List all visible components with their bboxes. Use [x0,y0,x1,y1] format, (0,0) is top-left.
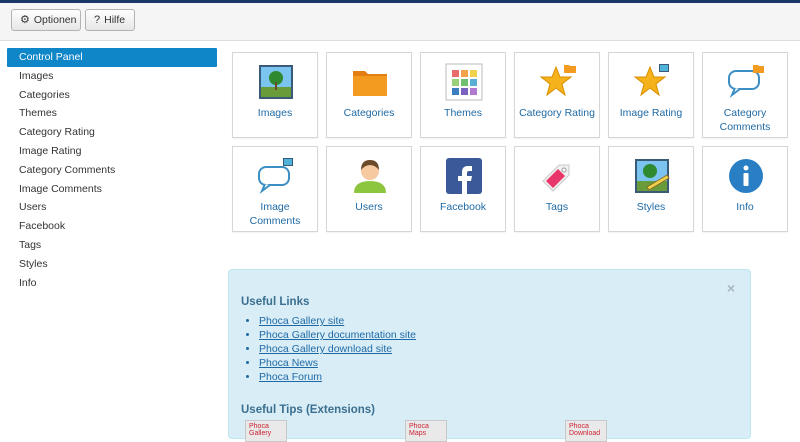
tile-users[interactable]: Users [326,146,412,232]
help-label: Hilfe [104,14,126,26]
link-phoca-gallery-docs[interactable]: Phoca Gallery documentation site [259,328,416,342]
user-icon [354,160,386,193]
help-button[interactable]: ? Hilfe [85,9,135,31]
tile-themes[interactable]: Themes [420,52,506,138]
link-phoca-news[interactable]: Phoca News [259,356,416,370]
info-icon [729,159,763,193]
tile-info[interactable]: Info [702,146,788,232]
useful-info-panel: × Useful Links Phoca Gallery site Phoca … [228,269,751,442]
link-phoca-gallery-download[interactable]: Phoca Gallery download site [259,342,416,356]
sidebar-item-categories[interactable]: Categories [7,86,217,105]
sidebar-item-info[interactable]: Info [7,274,217,293]
sidebar-item-category-rating[interactable]: Category Rating [7,123,217,142]
comment-image-icon [258,158,293,195]
gear-icon: ⚙ [20,13,30,26]
sidebar-menu: Control Panel Images Categories Themes C… [7,48,217,292]
sidebar-item-facebook[interactable]: Facebook [7,217,217,236]
tile-label: Users [355,201,383,213]
useful-links-list: Phoca Gallery site Phoca Gallery documen… [259,314,416,384]
sidebar-item-image-rating[interactable]: Image Rating [7,142,217,161]
tile-label: Image Comments [249,201,301,227]
question-icon: ? [94,13,101,26]
tile-facebook[interactable]: Facebook [420,146,506,232]
tile-label: Styles [636,201,666,213]
tile-label: Info [736,201,754,213]
book-thumbnail[interactable]: Phoca Gallery [245,420,287,442]
tile-image-rating[interactable]: Image Rating [608,52,694,138]
tile-categories[interactable]: Categories [326,52,412,138]
tile-label: Category Rating [519,107,595,119]
options-button[interactable]: ⚙ Optionen [11,9,81,31]
extension-thumbnails: Phoca Gallery Phoca Maps Phoca Download [243,420,743,442]
sidebar-item-category-comments[interactable]: Category Comments [7,161,217,180]
useful-tips-heading: Useful Tips (Extensions) [241,404,375,416]
close-icon[interactable]: × [727,280,735,296]
tile-label: Themes [444,107,482,119]
image-icon [259,65,293,99]
sidebar-item-images[interactable]: Images [7,67,217,86]
styles-icon [635,159,670,193]
tile-label: Categories [343,107,395,119]
book-thumbnail[interactable]: Phoca Download [565,420,607,442]
link-phoca-gallery-site[interactable]: Phoca Gallery site [259,314,416,328]
tile-styles[interactable]: Styles [608,146,694,232]
comment-folder-icon [728,65,764,99]
tile-category-comments[interactable]: Category Comments [702,52,788,138]
tag-icon [542,164,570,192]
options-label: Optionen [33,14,77,26]
themes-icon [445,63,483,101]
facebook-icon [446,158,482,194]
useful-links-heading: Useful Links [241,296,310,308]
sidebar-item-users[interactable]: Users [7,198,217,217]
tile-label: Images [257,107,293,119]
tile-image-comments[interactable]: Image Comments [232,146,318,232]
tile-label: Tags [545,201,569,213]
tile-tags[interactable]: Tags [514,146,600,232]
tile-images[interactable]: Images [232,52,318,138]
toolbar: ⚙ Optionen ? Hilfe [0,3,800,41]
tile-label: Facebook [439,201,487,213]
folder-icon [353,71,387,96]
star-folder-icon [539,65,576,97]
sidebar-item-themes[interactable]: Themes [7,104,217,123]
tile-label: Category Comments [719,107,771,133]
link-phoca-forum[interactable]: Phoca Forum [259,370,416,384]
book-thumbnail[interactable]: Phoca Maps [405,420,447,442]
sidebar-item-image-comments[interactable]: Image Comments [7,180,217,199]
tile-category-rating[interactable]: Category Rating [514,52,600,138]
sidebar-item-control-panel[interactable]: Control Panel [7,48,217,67]
star-image-icon [633,64,669,97]
sidebar-item-tags[interactable]: Tags [7,236,217,255]
tile-label: Image Rating [619,107,683,119]
sidebar-item-styles[interactable]: Styles [7,255,217,274]
